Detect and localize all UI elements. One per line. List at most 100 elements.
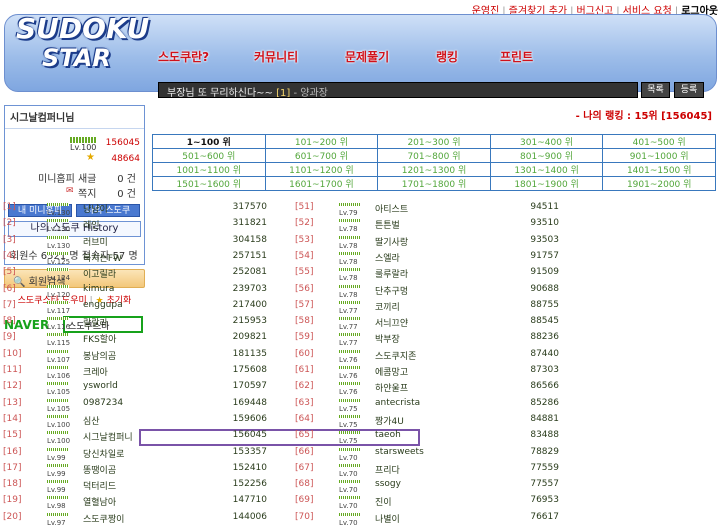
menu-ranking[interactable]: 랭킹	[436, 48, 458, 65]
rank-name[interactable]: 단추구멍	[375, 284, 408, 297]
rank-name[interactable]: 똥땡이곰	[83, 463, 116, 476]
rank-range-cell[interactable]: 701~800 위	[377, 148, 491, 163]
logo-sudoku[interactable]: SUDOKU	[16, 12, 149, 45]
rank-name[interactable]: 심산	[83, 414, 100, 427]
rank-name[interactable]: 스엘라	[375, 251, 400, 264]
rank-score: 311821	[232, 218, 267, 229]
rank-range-cell[interactable]: 601~700 위	[264, 148, 379, 163]
rank-level: Lv.99	[47, 453, 66, 462]
rank-range-cell[interactable]: 1901~2000 위	[602, 176, 716, 191]
rank-level: Lv.97	[47, 518, 66, 527]
notice-bar[interactable]: 부장님 또 무리하신다~~ [1] - 양과장	[158, 82, 638, 98]
rank-row[interactable]: [56] Lv.78 단추구멍 90688	[295, 284, 720, 300]
rank-name[interactable]: starsweets	[375, 447, 424, 457]
rank-range-cell[interactable]: 1501~1600 위	[152, 176, 266, 191]
rank-name[interactable]: 에콤망고	[375, 365, 408, 378]
rank-range-cell[interactable]: 1~100 위	[152, 134, 266, 149]
note-label[interactable]: 쪽지	[78, 185, 96, 200]
rank-row[interactable]: [51] Lv.79 아티스트 94511	[295, 202, 720, 218]
rank-name[interactable]: 이고릴라	[83, 267, 116, 280]
rank-row[interactable]: [63] Lv.75 antecrista 85286	[295, 398, 720, 414]
rank-row[interactable]: [69] Lv.70 진이 76953	[295, 495, 720, 511]
rank-name[interactable]: 덕터리드	[83, 479, 116, 492]
rank-range-cell[interactable]: 1601~1700 위	[264, 176, 379, 191]
unread-label[interactable]: 미니홈피 새글	[38, 170, 96, 185]
rank-row[interactable]: [60] Lv.76 스도쿠지존 87440	[295, 349, 720, 365]
rank-name[interactable]: 북치는FW	[83, 251, 122, 264]
rank-name[interactable]: ssogy	[375, 479, 401, 489]
rank-range-cell[interactable]: 1801~1900 위	[489, 176, 604, 191]
menu-community[interactable]: 커뮤니티	[254, 48, 298, 65]
rank-name[interactable]: 열혈남아	[83, 495, 116, 508]
rank-row[interactable]: [57] Lv.77 코끼리 88755	[295, 300, 720, 316]
rank-row[interactable]: [53] Lv.78 딸기사랑 93503	[295, 235, 720, 251]
rank-row[interactable]: [67] Lv.70 프리다 77559	[295, 463, 720, 479]
rank-name[interactable]: 아티스트	[375, 202, 408, 215]
rank-name[interactable]: 룰루랄라	[375, 267, 408, 280]
rank-name[interactable]: 크레아	[83, 365, 108, 378]
rank-row[interactable]: [59] Lv.77 박부장 88236	[295, 332, 720, 348]
rank-range-cell[interactable]: 401~500 위	[602, 134, 716, 149]
rank-name[interactable]: 박부장	[375, 332, 400, 345]
rank-range-cell[interactable]: 301~400 위	[489, 134, 604, 149]
rank-range-cell[interactable]: 1301~1400 위	[489, 162, 604, 177]
rank-row[interactable]: [52] Lv.78 튼튼벌 93510	[295, 218, 720, 234]
menu-solve[interactable]: 문제풀기	[345, 48, 389, 65]
rank-row[interactable]: [65] Lv.75 taeoh 83488	[295, 430, 720, 446]
rank-name[interactable]: 진이	[375, 495, 392, 508]
rank-name[interactable]: 냥냥이	[83, 202, 108, 215]
rank-range-cell[interactable]: 901~1000 위	[602, 148, 716, 163]
menu-print[interactable]: 프린트	[500, 48, 533, 65]
notice-list-button[interactable]: 목록	[641, 82, 670, 98]
rank-name[interactable]: antecrista	[375, 398, 420, 408]
rank-name[interactable]: 나별이	[375, 512, 400, 525]
rank-row[interactable]: [68] Lv.70 ssogy 77557	[295, 479, 720, 495]
rank-name[interactable]: 짱가4U	[375, 414, 404, 427]
rank-name[interactable]: ysworld	[83, 381, 118, 391]
rank-score: 91509	[530, 267, 559, 278]
rank-range-cell[interactable]: 201~300 위	[377, 134, 491, 149]
rank-range-cell[interactable]: 801~900 위	[489, 148, 604, 163]
rank-name[interactable]: 러브미	[83, 235, 108, 248]
rank-row[interactable]: [58] Lv.77 서늬끄얀 88545	[295, 316, 720, 332]
rank-level: Lv.70	[339, 518, 358, 527]
logo-star[interactable]: STAR	[42, 44, 142, 72]
rank-level: Lv.105	[47, 404, 71, 413]
rank-row[interactable]: [55] Lv.78 룰루랄라 91509	[295, 267, 720, 283]
rank-name[interactable]: 당신차일로	[83, 447, 124, 460]
rank-name[interactable]: 서늬끄얀	[375, 316, 408, 329]
rank-name[interactable]: 시그날컴퍼니	[83, 430, 133, 443]
rank-name[interactable]: taeoh	[375, 430, 401, 440]
rank-row[interactable]: [70] Lv.70 나별이 76617	[295, 512, 720, 528]
rank-range-cell[interactable]: 1401~1500 위	[602, 162, 716, 177]
rank-name[interactable]: 코끼리	[375, 300, 400, 313]
rank-row[interactable]: [54] Lv.78 스엘라 91757	[295, 251, 720, 267]
rank-range-cell[interactable]: 101~200 위	[264, 134, 379, 149]
rank-range-cell[interactable]: 1701~1800 위	[377, 176, 491, 191]
rank-name[interactable]: enggupa	[83, 300, 123, 310]
rank-range-cell[interactable]: 501~600 위	[152, 148, 266, 163]
rank-name[interactable]: 랄랄라	[83, 316, 108, 329]
rank-name[interactable]: 하얀울프	[375, 381, 408, 394]
star-value: 48664	[111, 154, 140, 164]
rank-level: Lv.105	[47, 388, 71, 397]
rank-row[interactable]: [64] Lv.75 짱가4U 84881	[295, 414, 720, 430]
rank-name[interactable]: 딸기사랑	[375, 235, 408, 248]
menu-about[interactable]: 스도쿠란?	[158, 48, 209, 65]
notice-write-button[interactable]: 등록	[674, 82, 704, 98]
rank-name[interactable]: 스도쿠짱이	[83, 512, 124, 525]
rank-name[interactable]: 프리다	[375, 463, 400, 476]
rank-name[interactable]: 레인	[83, 218, 100, 231]
rank-name[interactable]: 봉남의곰	[83, 349, 116, 362]
rank-name[interactable]: kimura	[83, 284, 114, 294]
rank-name[interactable]: 튼튼벌	[375, 218, 400, 231]
rank-name[interactable]: FKS할아	[83, 332, 116, 345]
rank-range-cell[interactable]: 1101~1200 위	[264, 162, 379, 177]
rank-row[interactable]: [61] Lv.76 에콤망고 87303	[295, 365, 720, 381]
rank-row[interactable]: [62] Lv.76 하얀울프 86566	[295, 381, 720, 397]
rank-row[interactable]: [66] Lv.70 starsweets 78829	[295, 447, 720, 463]
rank-range-cell[interactable]: 1201~1300 위	[377, 162, 491, 177]
rank-name[interactable]: 스도쿠지존	[375, 349, 416, 362]
rank-name[interactable]: 0987234	[83, 398, 123, 408]
rank-range-cell[interactable]: 1001~1100 위	[152, 162, 266, 177]
